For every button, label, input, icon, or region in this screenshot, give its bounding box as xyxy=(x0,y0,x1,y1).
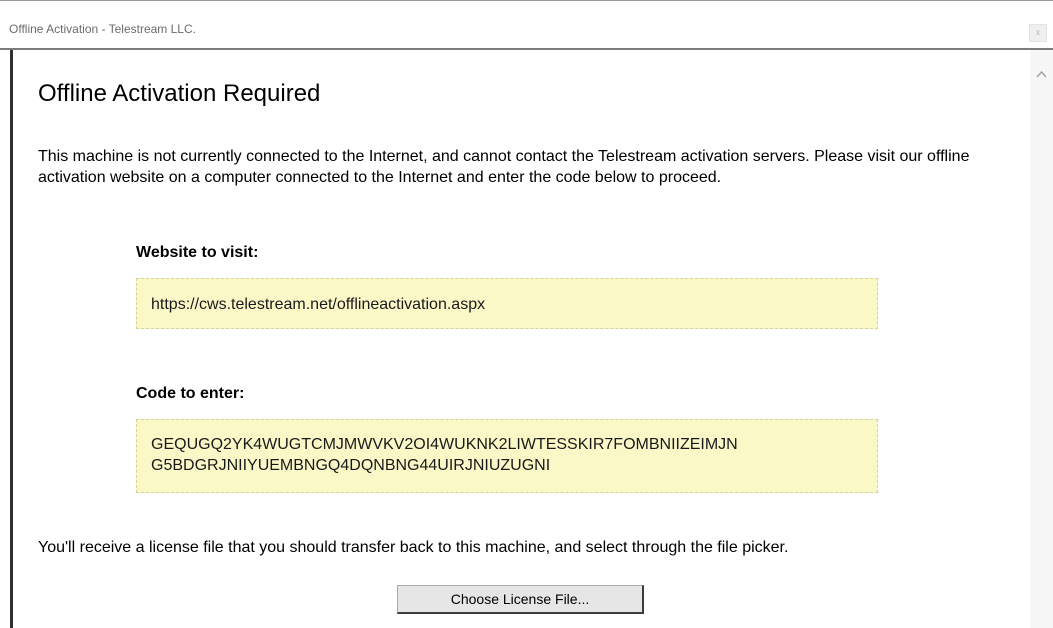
footer-instructions: You'll receive a license file that you s… xyxy=(38,539,789,556)
top-strip xyxy=(0,0,1053,7)
choose-license-file-button[interactable]: Choose License File... xyxy=(397,585,644,614)
vertical-scrollbar[interactable] xyxy=(1030,50,1053,628)
description-text: This machine is not currently connected … xyxy=(38,148,970,186)
content-pane: Offline Activation Required This machine… xyxy=(13,50,1030,628)
window-title: Offline Activation - Telestream LLC. xyxy=(9,22,196,36)
code-label: Code to enter: xyxy=(136,385,245,402)
page-title: Offline Activation Required xyxy=(38,80,321,107)
title-bar: Offline Activation - Telestream LLC. x xyxy=(0,12,1053,48)
code-line-1: GEQUGQ2YK4WUGTCMJMWVKV2OI4WUKNK2LIWTESSK… xyxy=(151,436,738,453)
website-url-box[interactable]: https://cws.telestream.net/offlineactiva… xyxy=(136,278,878,329)
website-label: Website to visit: xyxy=(136,244,259,261)
activation-window: Offline Activation - Telestream LLC. x O… xyxy=(0,0,1053,628)
code-line-2: G5BDGRJNIIYUEMBNGQ4DQNBNG44UIRJNIUZUGNI xyxy=(151,457,551,474)
activation-code-box[interactable]: GEQUGQ2YK4WUGTCMJMWVKV2OI4WUKNK2LIWTESSK… xyxy=(136,419,878,493)
close-icon: x xyxy=(1036,28,1040,37)
close-button[interactable]: x xyxy=(1029,24,1047,42)
chevron-up-icon[interactable] xyxy=(1035,68,1048,81)
